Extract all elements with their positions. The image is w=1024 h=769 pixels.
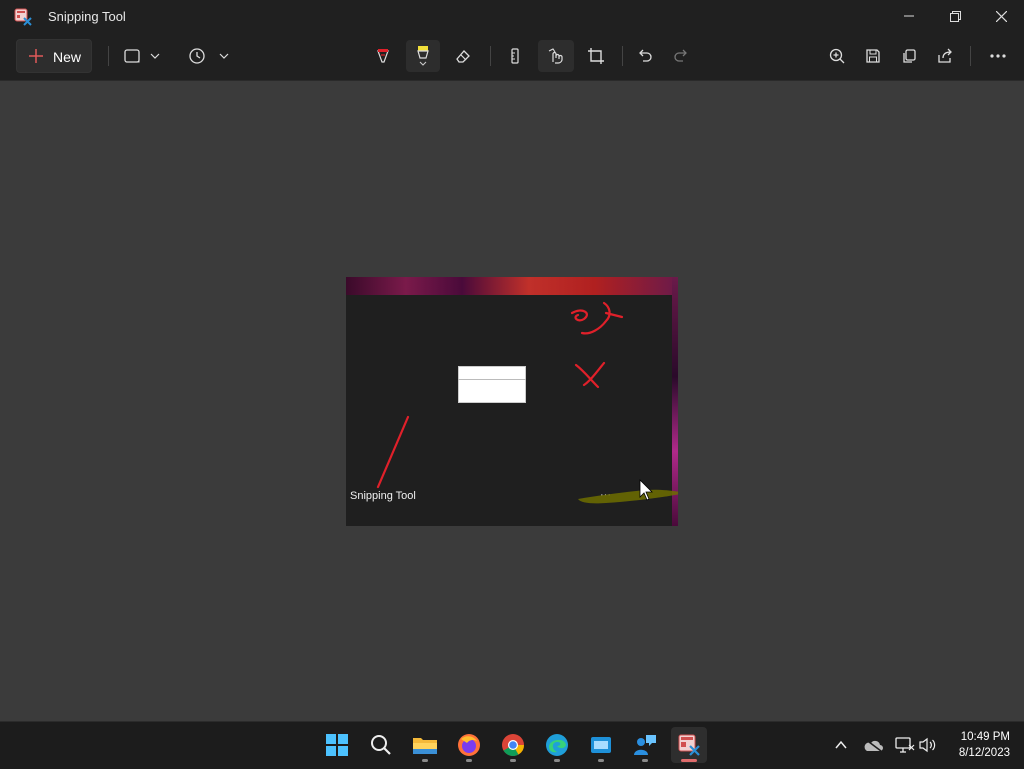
redo-button[interactable] bbox=[664, 40, 698, 72]
running-indicator bbox=[422, 759, 428, 762]
system-clock[interactable]: 10:49 PM 8/12/2023 bbox=[959, 729, 1010, 761]
clock-date: 8/12/2023 bbox=[958, 747, 1010, 759]
ruler-button[interactable] bbox=[498, 40, 532, 72]
chrome-icon bbox=[502, 734, 524, 756]
snip-delay-dropdown[interactable] bbox=[184, 40, 234, 72]
redo-icon bbox=[674, 49, 687, 62]
snip-mode-dropdown[interactable] bbox=[118, 40, 166, 72]
more-options-button[interactable] bbox=[980, 40, 1016, 72]
ink-stroke-x bbox=[574, 361, 606, 389]
crop-icon bbox=[588, 48, 604, 64]
volume-tray-button[interactable] bbox=[917, 734, 939, 756]
remote-assist-icon bbox=[634, 735, 656, 755]
save-button[interactable] bbox=[856, 40, 890, 72]
taskbar: 10:49 PM 8/12/2023 bbox=[0, 721, 1024, 769]
running-indicator bbox=[598, 759, 604, 762]
onedrive-icon bbox=[864, 738, 883, 752]
snipping-tool-icon bbox=[678, 734, 700, 756]
file-explorer-icon bbox=[413, 738, 437, 754]
taskbar-remote-assist[interactable] bbox=[627, 727, 663, 763]
chevron-down-icon bbox=[150, 53, 160, 59]
new-snip-button[interactable]: New bbox=[16, 39, 92, 73]
touch-writing-button[interactable] bbox=[538, 40, 574, 72]
window-title: Snipping Tool bbox=[48, 9, 126, 24]
taskbar-app-window[interactable] bbox=[583, 727, 619, 763]
clock-time: 10:49 PM bbox=[960, 731, 1010, 743]
taskbar-firefox[interactable] bbox=[451, 727, 487, 763]
eraser-button[interactable] bbox=[446, 40, 480, 72]
search-icon bbox=[371, 735, 391, 755]
ink-annotations bbox=[376, 301, 678, 504]
undo-icon bbox=[639, 49, 652, 62]
copy-button[interactable] bbox=[892, 40, 926, 72]
ruler-icon bbox=[511, 48, 519, 64]
edge-icon bbox=[546, 734, 568, 756]
highlighter-icon bbox=[417, 46, 429, 66]
zoom-button[interactable] bbox=[820, 40, 854, 72]
minimize-icon bbox=[904, 15, 914, 17]
highlighter-stroke bbox=[578, 489, 678, 504]
toolbar-separator bbox=[490, 46, 491, 66]
share-icon bbox=[938, 48, 952, 63]
ink-stroke-scribble bbox=[570, 301, 624, 335]
eraser-icon bbox=[456, 50, 470, 63]
new-snip-label: New bbox=[53, 49, 82, 65]
app-window-icon bbox=[591, 737, 611, 753]
chevron-up-icon bbox=[835, 740, 847, 749]
close-icon bbox=[995, 10, 1007, 22]
undo-button[interactable] bbox=[628, 40, 662, 72]
network-tray-button[interactable] bbox=[894, 734, 916, 756]
zoom-in-icon bbox=[829, 48, 845, 64]
ink-stroke-slash bbox=[376, 415, 410, 489]
running-indicator bbox=[554, 759, 560, 762]
plus-icon bbox=[29, 49, 43, 63]
taskbar-search-button[interactable] bbox=[363, 727, 399, 763]
ballpoint-pen-button[interactable] bbox=[366, 40, 400, 72]
toolbar: New bbox=[0, 32, 1024, 81]
toolbar-separator bbox=[108, 46, 109, 66]
taskbar-file-explorer[interactable] bbox=[407, 727, 443, 763]
taskbar-snipping-tool[interactable] bbox=[671, 727, 707, 763]
show-hidden-icons-button[interactable] bbox=[830, 734, 852, 756]
restore-icon bbox=[949, 10, 961, 22]
chevron-down-icon bbox=[219, 53, 229, 59]
running-indicator bbox=[642, 759, 648, 762]
snip-image[interactable]: Snipping Tool ··· bbox=[346, 277, 678, 526]
taskbar-edge[interactable] bbox=[539, 727, 575, 763]
crop-button[interactable] bbox=[579, 40, 613, 72]
start-button[interactable] bbox=[319, 727, 355, 763]
more-icon bbox=[990, 54, 1006, 58]
share-button[interactable] bbox=[928, 40, 962, 72]
minimize-button[interactable] bbox=[886, 0, 932, 32]
taskbar-chrome[interactable] bbox=[495, 727, 531, 763]
toolbar-separator bbox=[970, 46, 971, 66]
network-icon bbox=[895, 737, 915, 753]
running-indicator bbox=[466, 759, 472, 762]
snip-mode-icon bbox=[124, 49, 140, 63]
running-indicator bbox=[681, 759, 697, 762]
title-bar: Snipping Tool bbox=[0, 0, 1024, 32]
copy-icon bbox=[903, 49, 916, 63]
snipping-tool-app-icon bbox=[14, 8, 32, 26]
volume-icon bbox=[919, 737, 936, 753]
close-button[interactable] bbox=[978, 0, 1024, 32]
running-indicator bbox=[510, 759, 516, 762]
toolbar-separator bbox=[622, 46, 623, 66]
timer-icon bbox=[189, 48, 205, 64]
touch-writing-icon bbox=[548, 48, 563, 64]
ballpoint-pen-icon bbox=[377, 49, 389, 63]
save-icon bbox=[866, 49, 880, 63]
firefox-icon bbox=[458, 734, 480, 756]
highlighter-button[interactable] bbox=[406, 40, 440, 72]
restore-button[interactable] bbox=[932, 0, 978, 32]
onedrive-tray-button[interactable] bbox=[862, 734, 884, 756]
windows-start-icon bbox=[326, 734, 348, 756]
